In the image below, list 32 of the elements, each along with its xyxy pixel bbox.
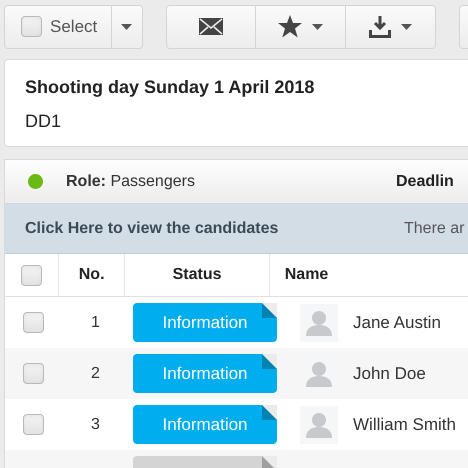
caret-icon xyxy=(312,24,323,30)
candidate-name: Jane Austin xyxy=(353,312,441,334)
column-header[interactable]: Name xyxy=(284,263,328,287)
caret-icon xyxy=(401,24,412,30)
view-candidates-link[interactable]: Click Here to view the candidates xyxy=(25,216,404,240)
candidates-info: There ar xyxy=(404,218,464,238)
column-header[interactable]: No. xyxy=(78,263,105,287)
row-checkbox[interactable] xyxy=(22,312,44,333)
envelope-icon xyxy=(199,18,223,35)
deadline-label: Deadlin xyxy=(396,172,454,192)
row-checkbox[interactable] xyxy=(22,363,44,384)
column-header[interactable]: Status xyxy=(172,263,222,287)
star-icon xyxy=(278,15,302,38)
row-number: 2 xyxy=(91,364,100,384)
avatar-icon xyxy=(300,304,338,342)
select-label: Select xyxy=(50,16,98,38)
folded-corner-icon xyxy=(262,303,277,318)
row-number: 1 xyxy=(91,312,100,332)
row-checkbox[interactable] xyxy=(22,414,44,435)
folded-corner-icon xyxy=(262,405,277,420)
candidate-name: John Doe xyxy=(353,362,426,385)
select-checkbox[interactable] xyxy=(21,16,42,37)
event-title: Shooting day Sunday 1 April 2018 xyxy=(25,76,316,99)
select-all-checkbox[interactable] xyxy=(20,264,42,286)
avatar-icon xyxy=(300,406,338,444)
caret-icon xyxy=(121,24,132,30)
row-number: 3 xyxy=(91,414,100,434)
download-icon xyxy=(369,16,391,38)
event-code: DD1 xyxy=(25,110,62,133)
role-label: Role: Passengers xyxy=(66,172,196,192)
candidate-name: William Smith xyxy=(353,414,456,436)
folded-corner-icon xyxy=(262,354,277,369)
